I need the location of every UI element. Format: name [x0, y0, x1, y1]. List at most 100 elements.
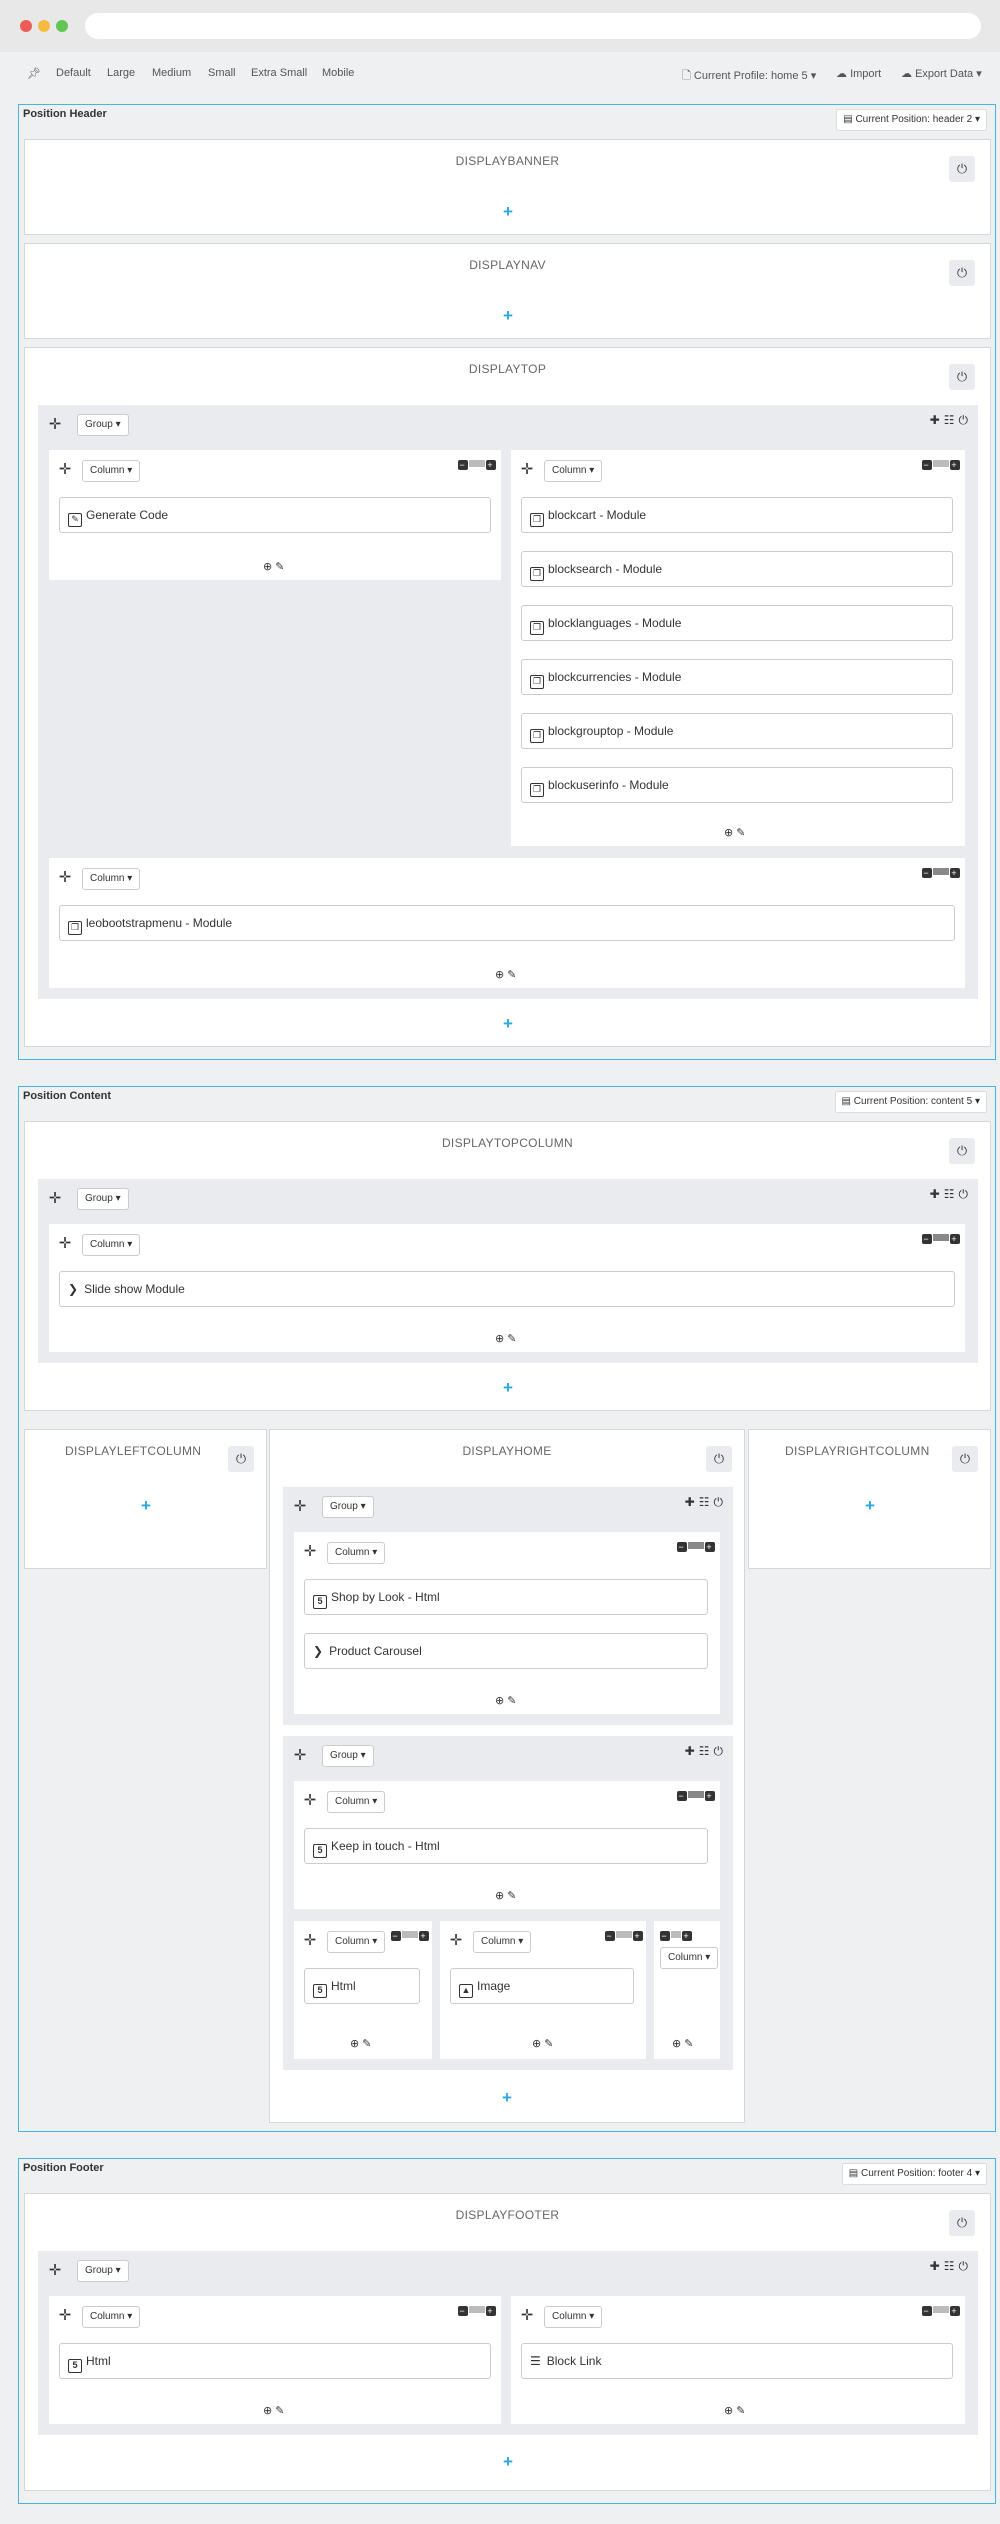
minus-icon[interactable]: −	[660, 1931, 670, 1941]
add-group-plus-icon[interactable]: +	[500, 203, 516, 220]
move-icon[interactable]: ✛	[57, 462, 73, 478]
module-item[interactable]: ❐ blockcurrencies - Module	[521, 659, 953, 695]
move-icon[interactable]: ✛	[47, 2263, 63, 2279]
device-mobile[interactable]: Mobile	[322, 67, 354, 79]
add-group-plus-icon[interactable]: +	[500, 1379, 516, 1396]
minus-icon[interactable]: −	[922, 460, 932, 470]
plus-circle-icon[interactable]: ⊕	[263, 2405, 272, 2417]
module-item[interactable]: ❯ Slide show Module	[59, 1271, 955, 1307]
maximize-window-dot[interactable]	[56, 20, 68, 32]
plus-circle-icon[interactable]: ⊕	[495, 1695, 504, 1707]
add-column-icon[interactable]: ✚	[685, 1744, 699, 1758]
module-item[interactable]: ❐ blockcart - Module	[521, 497, 953, 533]
power-icon[interactable]: ⏻	[952, 1446, 978, 1472]
minus-icon[interactable]: −	[458, 2306, 468, 2316]
column-dropdown[interactable]: Column ▾	[660, 1947, 719, 1969]
power-icon[interactable]: ⏻	[949, 260, 975, 286]
module-item[interactable]: ❐ blockuserinfo - Module	[521, 767, 953, 803]
move-icon[interactable]: ✛	[519, 2308, 535, 2324]
plus-icon[interactable]: +	[950, 868, 960, 878]
power-icon[interactable]: ⏻	[706, 1446, 732, 1472]
power-icon[interactable]: ⏻	[949, 364, 975, 390]
plus-icon[interactable]: +	[705, 1791, 715, 1801]
grid-icon[interactable]: ☷	[699, 1744, 714, 1758]
export-dropdown[interactable]: ☁︎ Export Data ▾	[901, 67, 982, 80]
profile-dropdown[interactable]: 🗋︎ Current Profile: home 5 ▾	[682, 67, 816, 86]
pencil-icon[interactable]: ✎	[736, 2405, 745, 2417]
plus-circle-icon[interactable]: ⊕	[532, 2038, 541, 2050]
power-icon[interactable]: ⏻	[228, 1446, 254, 1472]
grid-icon[interactable]: ☷	[944, 1187, 959, 1201]
plus-circle-icon[interactable]: ⊕	[672, 2038, 681, 2050]
move-icon[interactable]: ✛	[292, 1748, 308, 1764]
move-icon[interactable]: ✛	[448, 1933, 464, 1949]
move-icon[interactable]: ✛	[47, 417, 63, 433]
column-dropdown[interactable]: Column ▾	[544, 2306, 603, 2328]
minus-icon[interactable]: −	[922, 868, 932, 878]
plus-icon[interactable]: +	[950, 2306, 960, 2316]
pencil-icon[interactable]: ✎	[507, 1695, 516, 1707]
move-icon[interactable]: ✛	[57, 870, 73, 886]
pencil-icon[interactable]: ✎	[275, 561, 284, 573]
module-item[interactable]: ❐ blocksearch - Module	[521, 551, 953, 587]
plus-circle-icon[interactable]: ⊕	[263, 561, 272, 573]
pencil-icon[interactable]: ✎	[544, 2038, 553, 2050]
power-icon[interactable]: ⏻	[714, 1744, 728, 1758]
pencil-icon[interactable]: ✎	[507, 1333, 516, 1345]
column-dropdown[interactable]: Column ▾	[82, 2306, 141, 2328]
grid-icon[interactable]: ☷	[944, 2259, 959, 2273]
add-group-plus-icon[interactable]: +	[500, 307, 516, 324]
group-dropdown[interactable]: Group ▾	[77, 1188, 129, 1210]
minus-icon[interactable]: −	[922, 2306, 932, 2316]
group-dropdown[interactable]: Group ▾	[322, 1496, 374, 1518]
move-icon[interactable]: ✛	[57, 2308, 73, 2324]
module-item[interactable]: 5 Shop by Look - Html	[304, 1579, 708, 1615]
power-icon[interactable]: ⏻	[959, 2259, 973, 2273]
minus-icon[interactable]: −	[391, 1931, 401, 1941]
current-position-dropdown[interactable]: ▤ Current Position: footer 4 ▾	[841, 2163, 987, 2185]
plus-circle-icon[interactable]: ⊕	[724, 827, 733, 839]
add-group-plus-icon[interactable]: +	[499, 2089, 515, 2106]
add-column-icon[interactable]: ✚	[930, 2259, 944, 2273]
move-icon[interactable]: ✛	[57, 1236, 73, 1252]
plus-icon[interactable]: +	[950, 460, 960, 470]
power-icon[interactable]: ⏻	[949, 156, 975, 182]
close-window-dot[interactable]	[20, 20, 32, 32]
module-item[interactable]: ☰ Block Link	[521, 2343, 953, 2379]
plus-icon[interactable]: +	[486, 2306, 496, 2316]
group-dropdown[interactable]: Group ▾	[77, 2260, 129, 2282]
column-dropdown[interactable]: Column ▾	[544, 460, 603, 482]
device-small[interactable]: Small	[208, 67, 236, 79]
current-position-dropdown[interactable]: ▤ Current Position: content 5 ▾	[834, 1091, 987, 1113]
plus-icon[interactable]: +	[633, 1931, 643, 1941]
plus-circle-icon[interactable]: ⊕	[724, 2405, 733, 2417]
move-icon[interactable]: ✛	[47, 1191, 63, 1207]
column-dropdown[interactable]: Column ▾	[82, 868, 141, 890]
pencil-icon[interactable]: ✎	[736, 827, 745, 839]
power-icon[interactable]: ⏻	[949, 2210, 975, 2236]
pin-icon[interactable]: 📌︎	[27, 67, 41, 80]
add-group-plus-icon[interactable]: +	[862, 1497, 878, 1514]
minimize-window-dot[interactable]	[38, 20, 50, 32]
add-column-icon[interactable]: ✚	[930, 413, 944, 427]
pencil-icon[interactable]: ✎	[275, 2405, 284, 2417]
plus-icon[interactable]: +	[950, 1234, 960, 1244]
add-column-icon[interactable]: ✚	[685, 1495, 699, 1509]
plus-icon[interactable]: +	[682, 1931, 692, 1941]
power-icon[interactable]: ⏻	[714, 1495, 728, 1509]
grid-icon[interactable]: ☷	[699, 1495, 714, 1509]
group-dropdown[interactable]: Group ▾	[322, 1745, 374, 1767]
module-item[interactable]: 5 Html	[59, 2343, 491, 2379]
module-item[interactable]: ❐ blocklanguages - Module	[521, 605, 953, 641]
add-group-plus-icon[interactable]: +	[138, 1497, 154, 1514]
minus-icon[interactable]: −	[605, 1931, 615, 1941]
module-item[interactable]: ▲ Image	[450, 1968, 634, 2004]
module-item[interactable]: 5 Html	[304, 1968, 420, 2004]
module-item[interactable]: ❯ Product Carousel	[304, 1633, 708, 1669]
column-dropdown[interactable]: Column ▾	[82, 1234, 141, 1256]
module-item[interactable]: ✎ Generate Code	[59, 497, 491, 533]
power-icon[interactable]: ⏻	[959, 1187, 973, 1201]
column-dropdown[interactable]: Column ▾	[82, 460, 141, 482]
add-group-plus-icon[interactable]: +	[500, 1015, 516, 1032]
grid-icon[interactable]: ☷	[944, 413, 959, 427]
